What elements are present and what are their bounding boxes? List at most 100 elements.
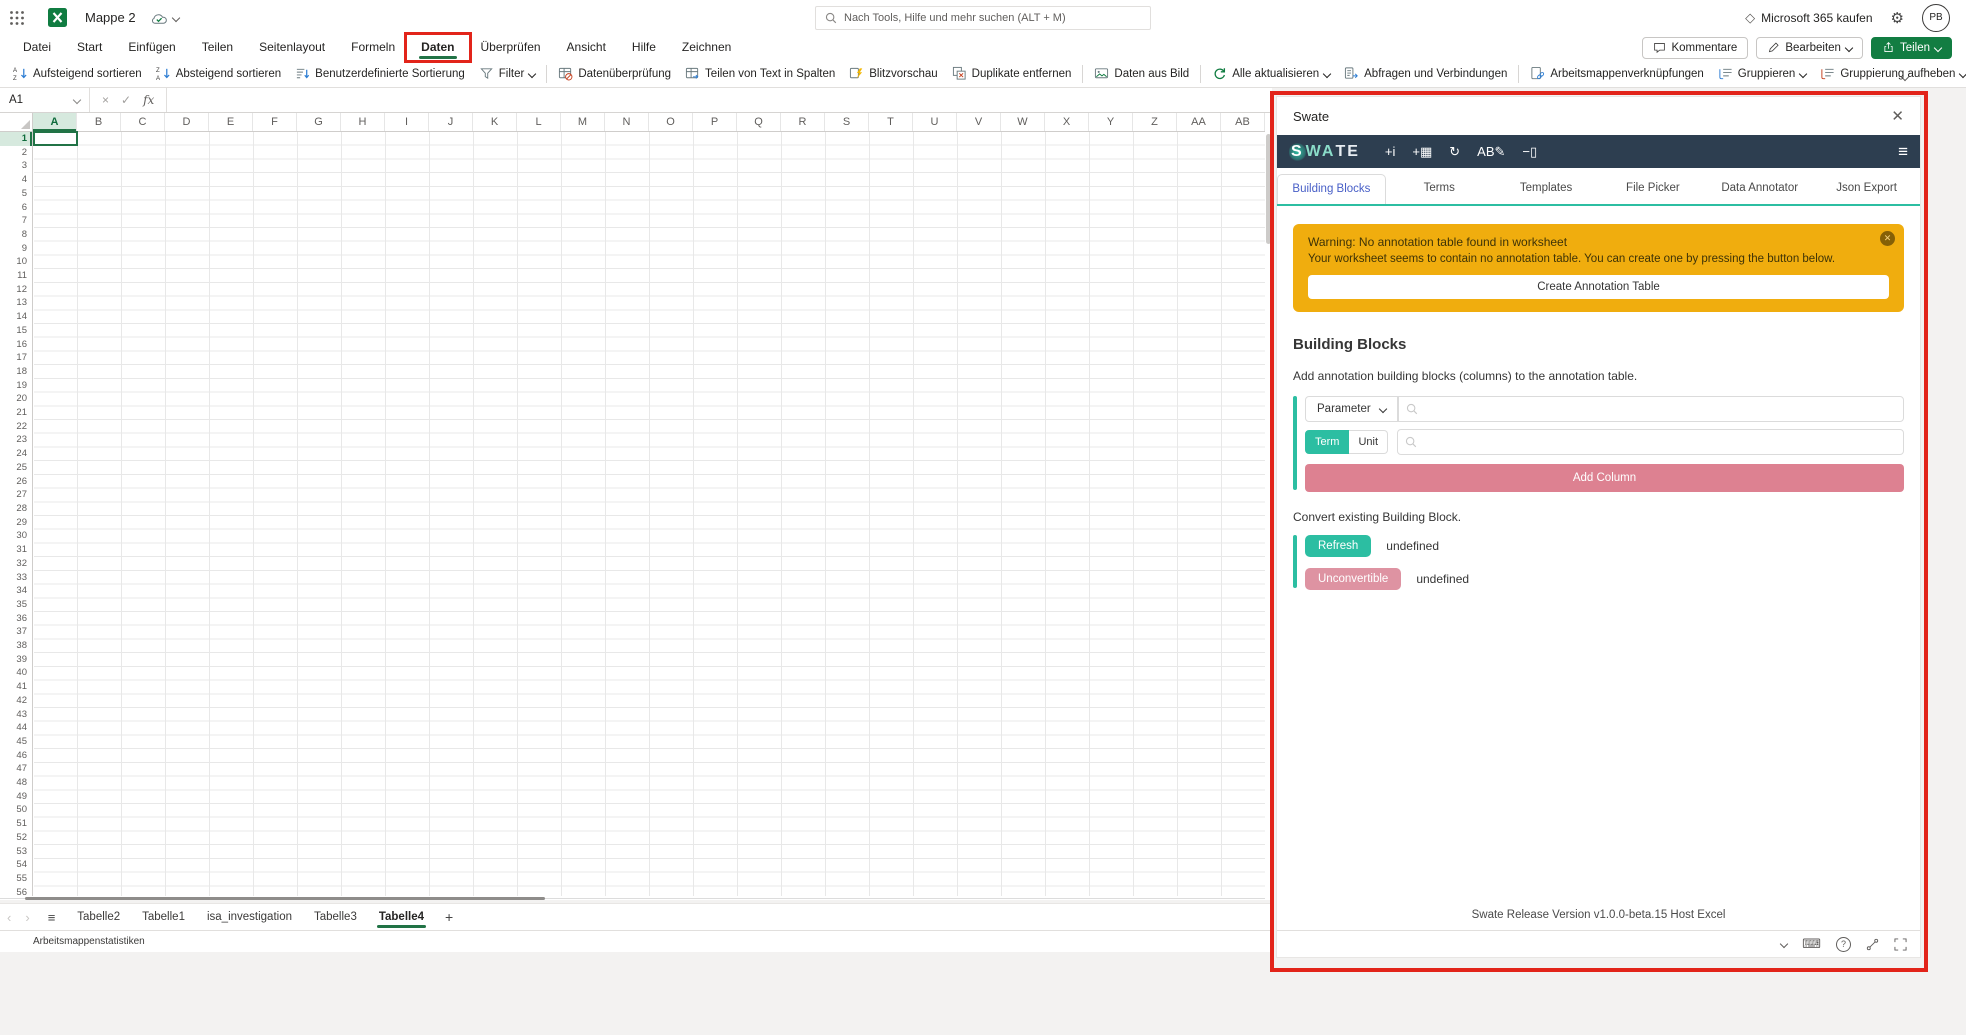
- row-header-36[interactable]: 36: [0, 612, 32, 626]
- sheet-tab-tabelle3[interactable]: Tabelle3: [303, 904, 368, 930]
- connections-icon[interactable]: [1866, 938, 1879, 951]
- refresh-button[interactable]: Refresh: [1305, 535, 1371, 557]
- block-name-search-input[interactable]: [1398, 396, 1904, 422]
- swate-tab-file-picker[interactable]: File Picker: [1599, 174, 1706, 204]
- column-header-t[interactable]: T: [869, 113, 913, 131]
- edit-mode-button[interactable]: Bearbeiten: [1756, 37, 1863, 59]
- menu-burger-icon[interactable]: ≡: [1898, 142, 1908, 162]
- column-header-a[interactable]: A: [33, 113, 77, 131]
- row-header-51[interactable]: 51: [0, 817, 32, 831]
- insert-function-icon[interactable]: fx: [143, 93, 154, 107]
- row-header-24[interactable]: 24: [0, 447, 32, 461]
- swate-logo[interactable]: SWATE: [1289, 143, 1360, 161]
- row-header-53[interactable]: 53: [0, 845, 32, 859]
- column-header-x[interactable]: X: [1045, 113, 1089, 131]
- menu-tab-zeichnen[interactable]: Zeichnen: [669, 36, 744, 59]
- row-header-37[interactable]: 37: [0, 625, 32, 639]
- menu-tab-formeln[interactable]: Formeln: [338, 36, 408, 59]
- column-header-r[interactable]: R: [781, 113, 825, 131]
- swate-tab-terms[interactable]: Terms: [1386, 174, 1493, 204]
- add-annotation-table-icon[interactable]: +▦: [1412, 144, 1432, 160]
- row-header-45[interactable]: 45: [0, 735, 32, 749]
- row-header-21[interactable]: 21: [0, 406, 32, 420]
- row-header-25[interactable]: 25: [0, 461, 32, 475]
- row-header-5[interactable]: 5: [0, 187, 32, 201]
- row-header-56[interactable]: 56: [0, 886, 32, 896]
- buy-m365-button[interactable]: ◇ Microsoft 365 kaufen: [1745, 10, 1872, 26]
- share-button[interactable]: Teilen: [1871, 37, 1952, 59]
- menu-tab-teilen[interactable]: Teilen: [189, 36, 246, 59]
- row-header-26[interactable]: 26: [0, 475, 32, 489]
- row-header-18[interactable]: 18: [0, 365, 32, 379]
- row-header-4[interactable]: 4: [0, 173, 32, 187]
- row-header-14[interactable]: 14: [0, 310, 32, 324]
- row-header-6[interactable]: 6: [0, 201, 32, 215]
- row-header-52[interactable]: 52: [0, 831, 32, 845]
- row-header-50[interactable]: 50: [0, 803, 32, 817]
- confirm-icon[interactable]: ✓: [121, 93, 131, 107]
- ribbon-filter[interactable]: Filter: [472, 63, 543, 85]
- swate-tab-templates[interactable]: Templates: [1493, 174, 1600, 204]
- row-header-2[interactable]: 2: [0, 146, 32, 160]
- column-header-i[interactable]: I: [385, 113, 429, 131]
- term-search-input[interactable]: [1397, 429, 1904, 455]
- formula-input[interactable]: [167, 88, 1272, 112]
- row-header-34[interactable]: 34: [0, 584, 32, 598]
- swate-tab-json-export[interactable]: Json Export: [1813, 174, 1920, 204]
- horizontal-scrollbar-thumb[interactable]: [25, 897, 545, 900]
- column-header-f[interactable]: F: [253, 113, 297, 131]
- sheet-tab-tabelle1[interactable]: Tabelle1: [131, 904, 196, 930]
- column-header-n[interactable]: N: [605, 113, 649, 131]
- row-header-11[interactable]: 11: [0, 269, 32, 283]
- row-header-17[interactable]: 17: [0, 351, 32, 365]
- ribbon-aufsteigend-sortieren[interactable]: AZAufsteigend sortieren: [6, 63, 149, 85]
- column-header-b[interactable]: B: [77, 113, 121, 131]
- column-header-g[interactable]: G: [297, 113, 341, 131]
- column-header-ab[interactable]: AB: [1221, 113, 1265, 131]
- row-header-46[interactable]: 46: [0, 749, 32, 763]
- account-avatar[interactable]: PB: [1922, 4, 1950, 32]
- sheet-next-icon[interactable]: ›: [18, 910, 36, 925]
- row-header-47[interactable]: 47: [0, 762, 32, 776]
- row-header-15[interactable]: 15: [0, 324, 32, 338]
- row-header-10[interactable]: 10: [0, 255, 32, 269]
- sheet-list-menu-icon[interactable]: ≡: [37, 910, 67, 925]
- column-header-z[interactable]: Z: [1133, 113, 1177, 131]
- select-all-corner[interactable]: [0, 113, 33, 132]
- ribbon-abfragen-und-verbindungen[interactable]: Abfragen und Verbindungen: [1337, 63, 1514, 85]
- column-header-s[interactable]: S: [825, 113, 869, 131]
- row-header-35[interactable]: 35: [0, 598, 32, 612]
- unit-toggle-button[interactable]: Unit: [1349, 430, 1388, 454]
- name-box[interactable]: A1: [0, 88, 90, 112]
- menu-tab-ansicht[interactable]: Ansicht: [554, 36, 619, 59]
- building-block-type-select[interactable]: Parameter: [1305, 396, 1398, 422]
- row-header-20[interactable]: 20: [0, 392, 32, 406]
- add-sheet-button[interactable]: +: [435, 909, 463, 925]
- create-annotation-table-button[interactable]: Create Annotation Table: [1308, 275, 1889, 299]
- menu-tab-hilfe[interactable]: Hilfe: [619, 36, 669, 59]
- row-header-54[interactable]: 54: [0, 858, 32, 872]
- row-header-27[interactable]: 27: [0, 488, 32, 502]
- column-header-u[interactable]: U: [913, 113, 957, 131]
- column-header-m[interactable]: M: [561, 113, 605, 131]
- ribbon-duplikate-entfernen[interactable]: Duplikate entfernen: [945, 63, 1079, 85]
- keyboard-icon[interactable]: ⌨: [1802, 936, 1821, 952]
- remove-building-block-icon[interactable]: −▯: [1522, 144, 1537, 160]
- row-header-1[interactable]: 1: [0, 132, 32, 146]
- column-header-w[interactable]: W: [1001, 113, 1045, 131]
- ribbon-benutzerdefinierte-sortierung[interactable]: Benutzerdefinierte Sortierung: [288, 63, 472, 85]
- autoformat-table-icon[interactable]: ↻: [1449, 144, 1460, 160]
- row-header-40[interactable]: 40: [0, 666, 32, 680]
- row-header-7[interactable]: 7: [0, 214, 32, 228]
- column-header-p[interactable]: P: [693, 113, 737, 131]
- sheet-tab-tabelle4[interactable]: Tabelle4: [368, 904, 435, 930]
- row-header-8[interactable]: 8: [0, 228, 32, 242]
- column-header-o[interactable]: O: [649, 113, 693, 131]
- close-icon[interactable]: ✕: [1891, 107, 1904, 125]
- ribbon-alle-aktualisieren[interactable]: Alle aktualisieren: [1205, 63, 1337, 85]
- term-toggle-button[interactable]: Term: [1305, 430, 1349, 454]
- row-header-29[interactable]: 29: [0, 516, 32, 530]
- column-header-d[interactable]: D: [165, 113, 209, 131]
- column-header-l[interactable]: L: [517, 113, 561, 131]
- row-header-28[interactable]: 28: [0, 502, 32, 516]
